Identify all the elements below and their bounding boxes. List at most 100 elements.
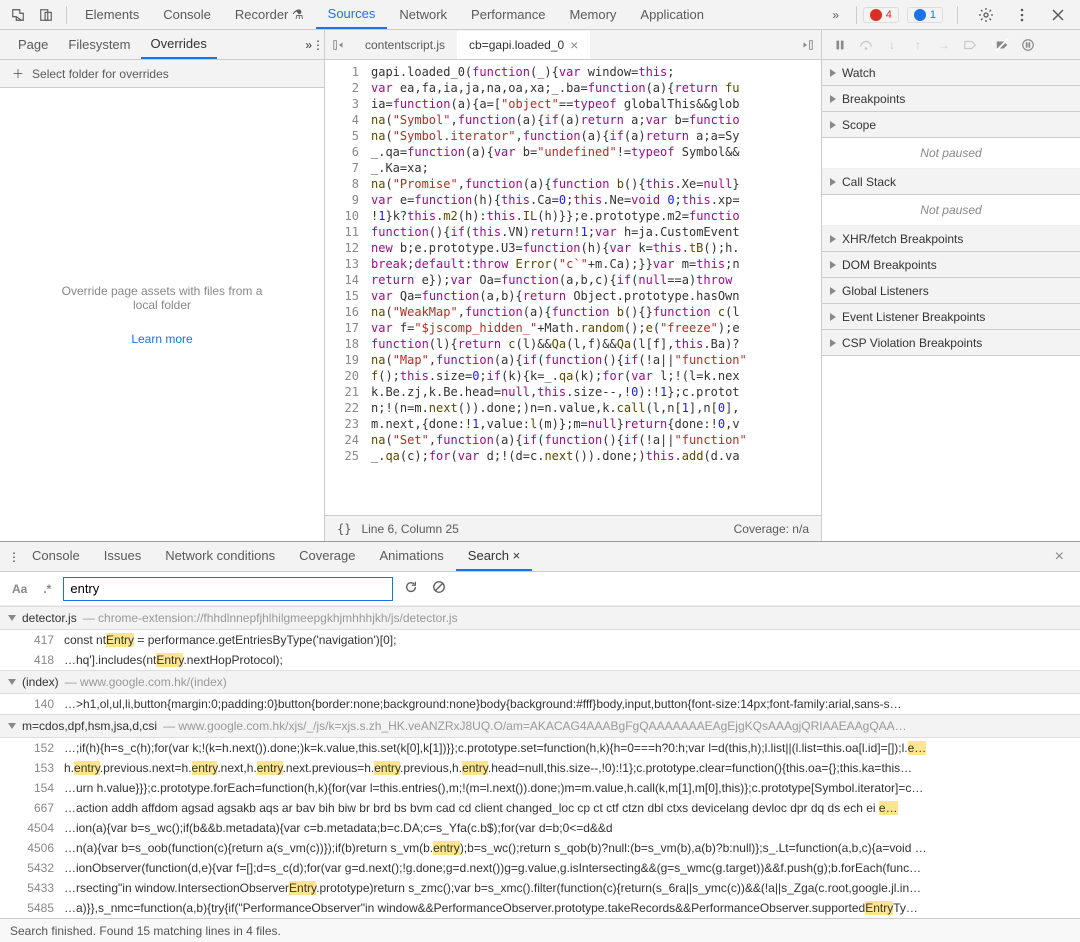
result-line[interactable]: 4504…ion(a){var b=s_wc();if(b&&b.metadat… (0, 818, 1080, 838)
device-toggle-icon[interactable] (34, 3, 58, 27)
result-text: …a)}},s_nmc=function(a,b){try{if("Perfor… (64, 901, 1072, 915)
issues-badge[interactable]: 1 (907, 7, 943, 23)
search-results: detector.js — chrome-extension://fhhdlnn… (0, 606, 1080, 918)
error-badge[interactable]: 4 (863, 7, 899, 23)
result-line[interactable]: 5433…rsecting"in window.IntersectionObse… (0, 878, 1080, 898)
drawer-tab-search[interactable]: Search × (456, 542, 532, 571)
tab-application[interactable]: Application (628, 1, 716, 28)
drawer-tab-network-conditions[interactable]: Network conditions (153, 542, 287, 571)
pretty-print-icon[interactable]: {} (337, 522, 351, 536)
close-devtools-icon[interactable] (1046, 3, 1070, 27)
navtab-page[interactable]: Page (8, 31, 58, 58)
result-line[interactable]: 5432…ionObserver(function(d,e){var f=[];… (0, 858, 1080, 878)
file-tab[interactable]: contentscript.js (353, 31, 457, 59)
tab-elements[interactable]: Elements (73, 1, 151, 28)
result-line[interactable]: 667…action addh affdom agsad agsakb aqs … (0, 798, 1080, 818)
no-pause-exception-icon[interactable] (992, 35, 1012, 55)
result-file-header[interactable]: detector.js — chrome-extension://fhhdlnn… (0, 606, 1080, 630)
result-line[interactable]: 154…urn h.value}}};c.prototype.forEach=f… (0, 778, 1080, 798)
file-tab[interactable]: cb=gapi.loaded_0× (457, 31, 590, 59)
chevron-right-icon (830, 261, 836, 269)
tab-memory[interactable]: Memory (557, 1, 628, 28)
result-line[interactable]: 418…hq'].includes(ntEntry.nextHopProtoco… (0, 650, 1080, 670)
drawer-tab-issues[interactable]: Issues (92, 542, 154, 571)
step-over-icon[interactable] (856, 35, 876, 55)
tab-network[interactable]: Network (387, 1, 459, 28)
kebab-menu-icon[interactable] (1010, 3, 1034, 27)
step-out-icon[interactable]: ↑ (908, 35, 928, 55)
result-line[interactable]: 5485…a)}},s_nmc=function(a,b){try{if("Pe… (0, 898, 1080, 918)
pause-circle-icon[interactable] (1018, 35, 1038, 55)
pane-label: Breakpoints (842, 92, 905, 106)
result-lineno: 4506 (16, 841, 54, 855)
pane-dom-breakpoints[interactable]: DOM Breakpoints (822, 252, 1080, 278)
tab-recorder[interactable]: Recorder ⚗ (223, 1, 316, 29)
result-line[interactable]: 152…;if(h){h=s_c(h);for(var k;!(k=h.next… (0, 738, 1080, 758)
coverage-status: Coverage: n/a (734, 522, 809, 536)
pause-icon[interactable] (830, 35, 850, 55)
pane-xhr-fetch-breakpoints[interactable]: XHR/fetch Breakpoints (822, 226, 1080, 252)
pane-scope[interactable]: Scope (822, 112, 1080, 138)
info-dot-icon (914, 9, 926, 21)
drawer-tab-close-icon[interactable]: × (509, 548, 520, 563)
pane-label: Watch (842, 66, 876, 80)
debugger-controls: ↓ ↑ → (822, 30, 1080, 59)
drawer-tab-animations[interactable]: Animations (367, 542, 455, 571)
navtab-filesystem[interactable]: Filesystem (58, 31, 140, 58)
plus-icon: ＋ (12, 65, 24, 82)
pane-csp-violation-breakpoints[interactable]: CSP Violation Breakpoints (822, 330, 1080, 356)
sources-subtoolbar: PageFilesystemOverrides » ⋮ contentscrip… (0, 30, 1080, 60)
result-text: …urn h.value}}};c.prototype.forEach=func… (64, 781, 1072, 795)
inspect-element-icon[interactable] (6, 3, 30, 27)
pane-call-stack[interactable]: Call Stack (822, 169, 1080, 195)
tab-console[interactable]: Console (151, 1, 223, 28)
result-line[interactable]: 417const ntEntry = performance.getEntrie… (0, 630, 1080, 650)
tab-sources[interactable]: Sources (316, 0, 388, 29)
more-tabs-icon[interactable]: » (824, 3, 848, 27)
navigator-kebab-icon[interactable]: ⋮ (312, 38, 324, 52)
chevron-right-icon (830, 69, 836, 77)
drawer-tab-console[interactable]: Console (20, 542, 92, 571)
result-text: …>h1,ol,ul,li,button{margin:0;padding:0}… (64, 697, 1072, 711)
code-editor-panel: 1234567891011121314151617181920212223242… (325, 60, 822, 541)
settings-icon[interactable] (974, 3, 998, 27)
chevron-down-icon (8, 615, 16, 621)
pane-event-listener-breakpoints[interactable]: Event Listener Breakpoints (822, 304, 1080, 330)
step-icon[interactable]: → (934, 35, 954, 55)
step-into-icon[interactable]: ↓ (882, 35, 902, 55)
result-line[interactable]: 140…>h1,ol,ul,li,button{margin:0;padding… (0, 694, 1080, 714)
pane-global-listeners[interactable]: Global Listeners (822, 278, 1080, 304)
match-case-toggle[interactable]: Aa (8, 580, 31, 598)
result-line[interactable]: 153h.entry.previous.next=h.entry.next,h.… (0, 758, 1080, 778)
code-content[interactable]: gapi.loaded_0(function(_){var window=thi… (365, 60, 821, 515)
result-file-header[interactable]: m=cdos,dpf,hsm,jsa,d,csi — www.google.co… (0, 714, 1080, 738)
drawer-kebab-icon[interactable]: ⋮ (8, 550, 20, 564)
result-text: h.entry.previous.next=h.entry.next,h.ent… (64, 761, 1072, 775)
drawer-close-icon[interactable]: × (1047, 548, 1072, 566)
result-text: const ntEntry = performance.getEntriesBy… (64, 633, 1072, 647)
search-input[interactable] (63, 577, 393, 601)
recorder-beta-icon: ⚗ (288, 7, 303, 22)
chevron-down-icon (8, 679, 16, 685)
result-file-header[interactable]: (index) — www.google.com.hk/(index) (0, 670, 1080, 694)
pane-watch[interactable]: Watch (822, 60, 1080, 86)
info-count: 1 (930, 9, 936, 21)
deactivate-bp-icon[interactable] (960, 35, 980, 55)
refresh-icon[interactable] (401, 580, 421, 597)
file-nav-back-icon[interactable] (325, 38, 353, 52)
pane-breakpoints[interactable]: Breakpoints (822, 86, 1080, 112)
overrides-add-bar[interactable]: ＋ Select folder for overrides (0, 60, 324, 88)
result-text: …;if(h){h=s_c(h);for(var k;!(k=h.next())… (64, 741, 1072, 755)
learn-more-link[interactable]: Learn more (131, 332, 192, 346)
file-nav-fwd-icon[interactable] (793, 38, 821, 52)
chevron-right-icon (830, 121, 836, 129)
result-file-path: — chrome-extension://fhhdlnnepfjhlhilgme… (83, 611, 458, 625)
navigator-more-icon[interactable]: » (305, 38, 312, 52)
file-tab-close-icon[interactable]: × (570, 37, 578, 53)
drawer-tab-coverage[interactable]: Coverage (287, 542, 367, 571)
regex-toggle[interactable]: .* (39, 580, 55, 598)
result-line[interactable]: 4506…n(a){var b=s_oob(function(c){return… (0, 838, 1080, 858)
tab-performance[interactable]: Performance (459, 1, 557, 28)
clear-icon[interactable] (429, 580, 449, 597)
navtab-overrides[interactable]: Overrides (141, 30, 217, 59)
